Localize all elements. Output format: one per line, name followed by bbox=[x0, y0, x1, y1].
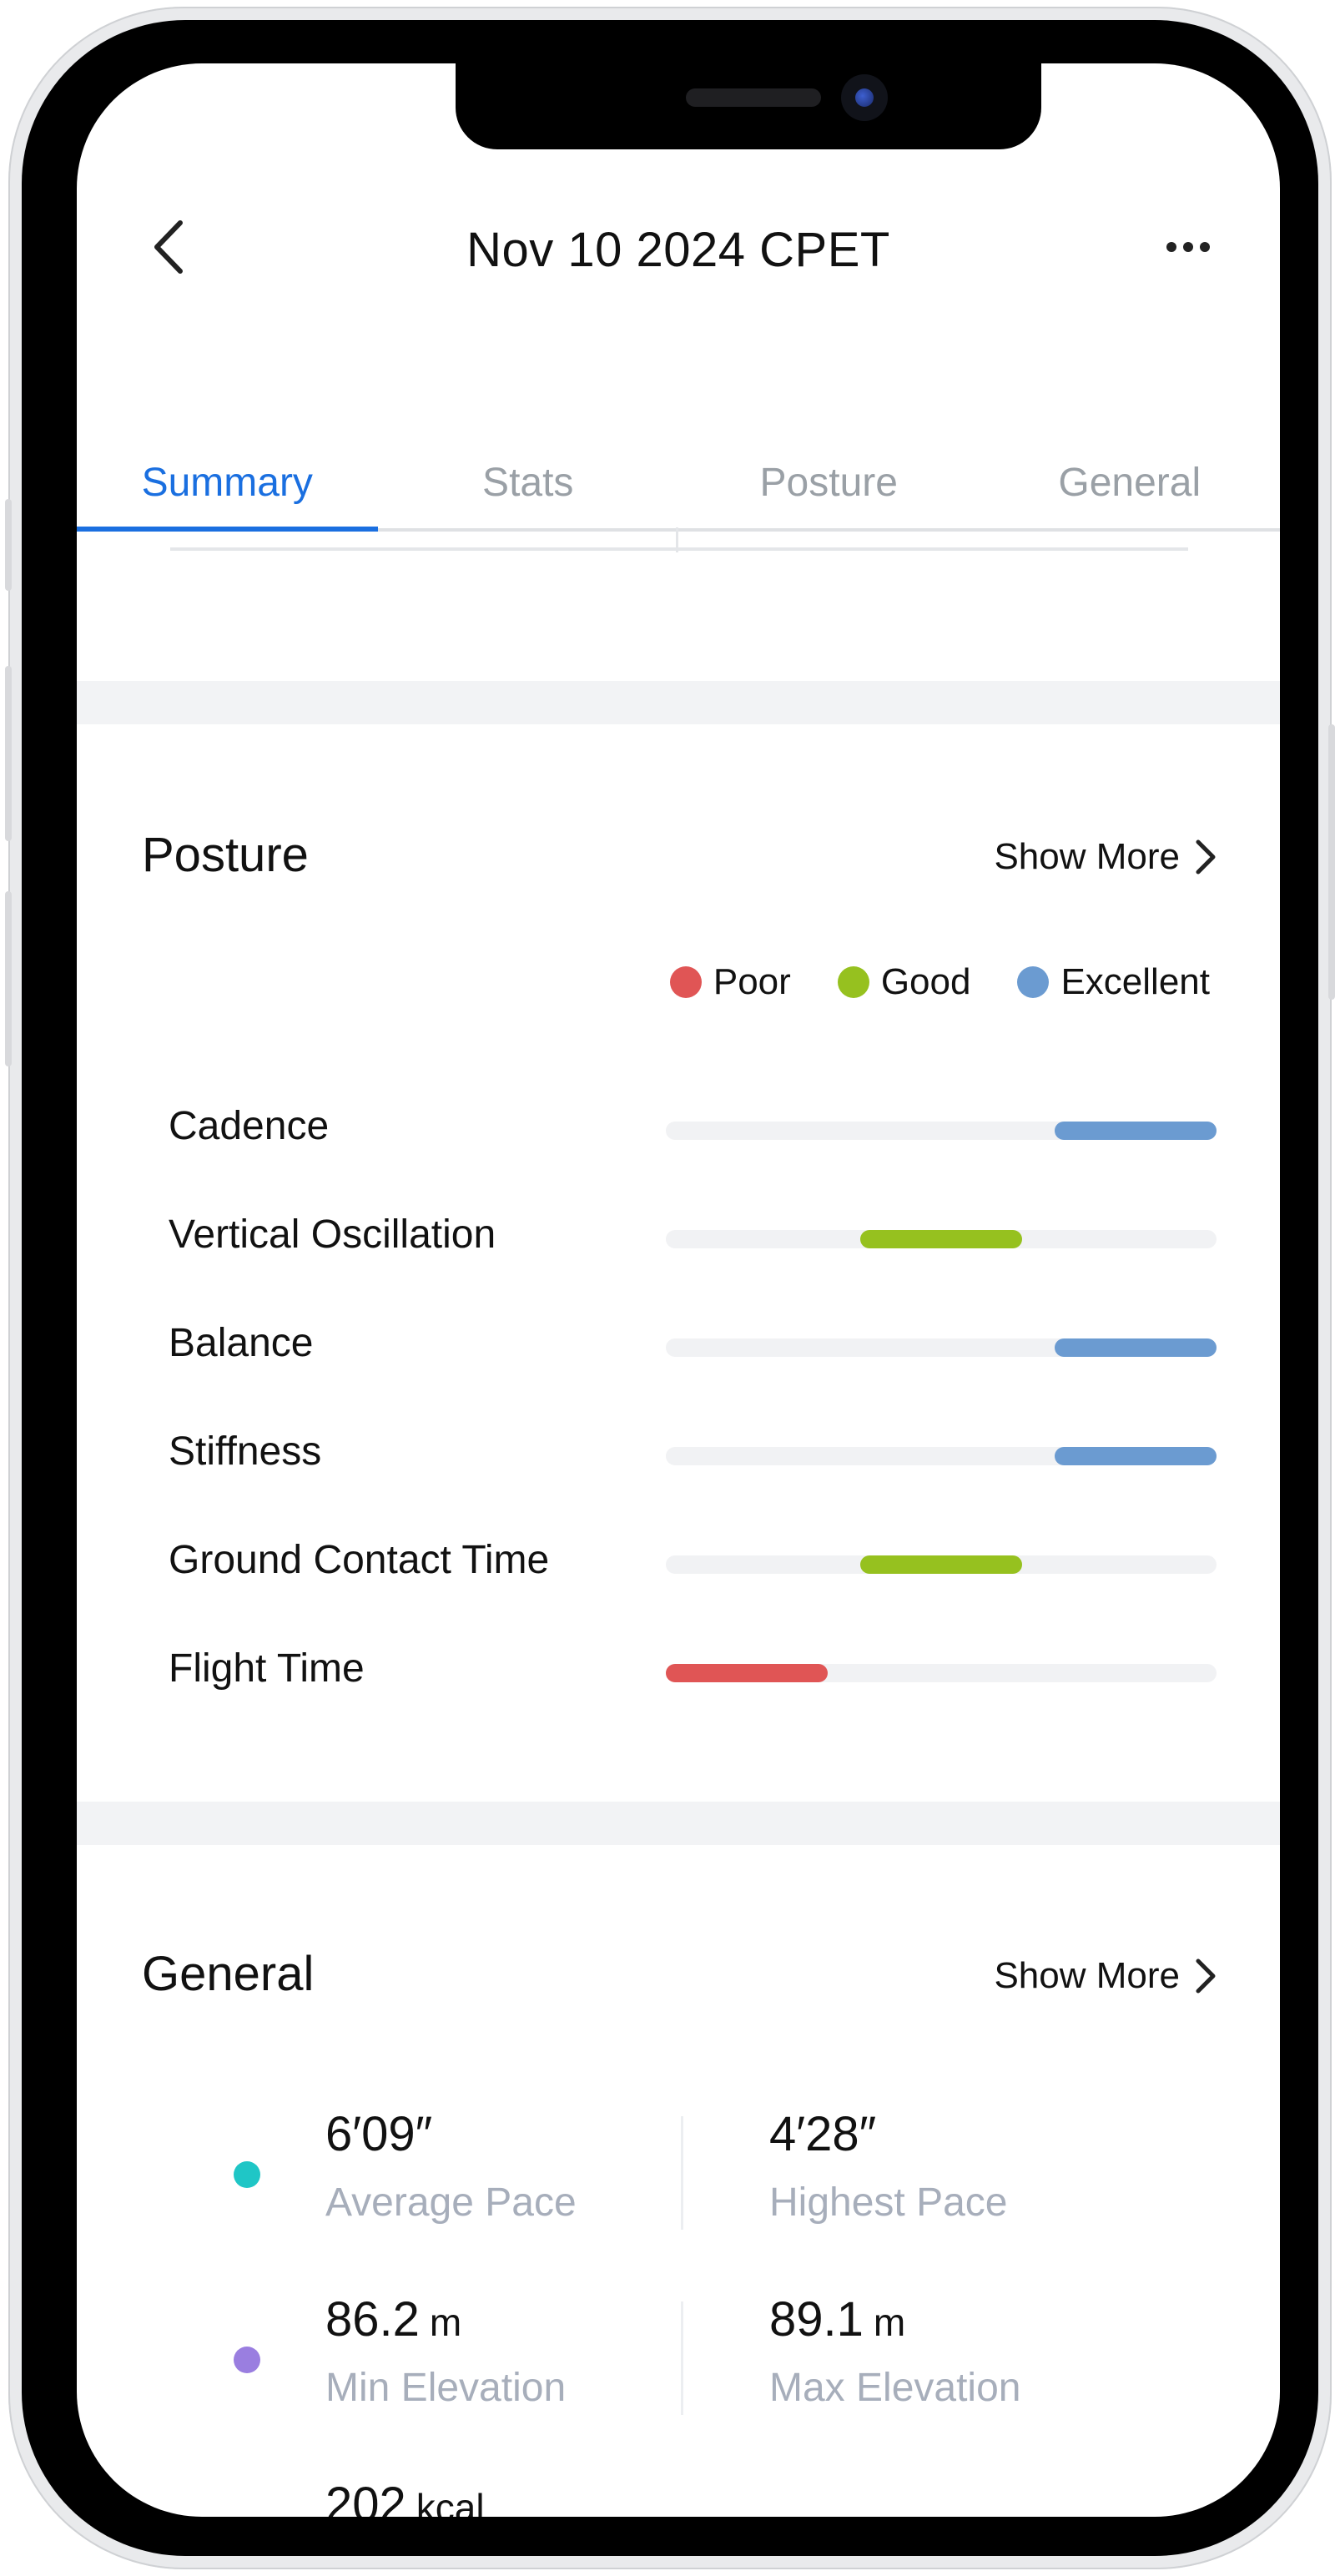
poor-dot-icon bbox=[669, 966, 702, 998]
screen: Nov 10 2024 CPET Summary Stats Posture G… bbox=[77, 63, 1280, 2517]
legend-item-excellent: Excellent bbox=[1017, 961, 1210, 1003]
stat-unit: kcal bbox=[416, 2486, 485, 2517]
metric-row-vertical-oscillation: Vertical Oscillation bbox=[77, 1203, 1280, 1270]
metric-row-ground-contact-time: Ground Contact Time bbox=[77, 1529, 1280, 1596]
tab-bar: Summary Stats Posture General bbox=[77, 426, 1280, 532]
metric-label: Vertical Oscillation bbox=[169, 1212, 496, 1257]
stat-divider bbox=[681, 2116, 683, 2230]
rating-track bbox=[666, 1664, 1217, 1682]
excellent-dot-icon bbox=[1017, 966, 1050, 998]
tab-summary[interactable]: Summary bbox=[77, 426, 378, 532]
posture-section-title: Posture bbox=[142, 828, 309, 882]
stat-unit: m bbox=[873, 2301, 906, 2344]
stat-number: 202 bbox=[325, 2478, 406, 2517]
metric-label: Ground Contact Time bbox=[169, 1538, 550, 1582]
more-horizontal-icon bbox=[1166, 242, 1210, 252]
tab-posture[interactable]: Posture bbox=[678, 426, 980, 532]
pace-dot-icon bbox=[234, 2161, 260, 2188]
elevation-dot-icon bbox=[234, 2347, 260, 2373]
chevron-right-icon bbox=[1196, 1958, 1216, 1994]
general-section-title: General bbox=[142, 1947, 315, 2001]
max-elevation-value: 89.1 m bbox=[769, 2291, 905, 2347]
legend-label: Good bbox=[880, 961, 971, 1002]
metric-row-balance: Balance bbox=[77, 1312, 1280, 1379]
min-elevation-label: Min Elevation bbox=[325, 2366, 567, 2410]
metric-label: Cadence bbox=[169, 1104, 330, 1148]
posture-show-more-button[interactable]: Show More bbox=[994, 836, 1217, 878]
divider bbox=[170, 547, 1188, 551]
volume-down-button bbox=[5, 891, 12, 1066]
average-pace-value: 6′09″ bbox=[325, 2106, 432, 2162]
stat-number: 6′09″ bbox=[325, 2107, 433, 2161]
good-dot-icon bbox=[837, 966, 869, 998]
metric-row-stiffness: Stiffness bbox=[77, 1420, 1280, 1487]
legend-label: Excellent bbox=[1060, 961, 1210, 1002]
tab-general[interactable]: General bbox=[979, 426, 1280, 532]
rating-bar-excellent bbox=[1055, 1338, 1217, 1357]
rating-bar-excellent bbox=[1055, 1122, 1217, 1140]
rating-track bbox=[666, 1122, 1217, 1140]
metric-label: Balance bbox=[169, 1321, 314, 1365]
legend-item-poor: Poor bbox=[669, 961, 791, 1003]
metric-row-cadence: Cadence bbox=[77, 1095, 1280, 1162]
page-title: Nov 10 2024 CPET bbox=[466, 223, 890, 277]
legend-label: Poor bbox=[713, 961, 791, 1002]
rating-bar-excellent bbox=[1055, 1447, 1217, 1465]
posture-legend: Poor Good Excellent bbox=[669, 961, 1210, 1003]
top-bar: Nov 10 2024 CPET bbox=[77, 197, 1280, 297]
metric-row-flight-time: Flight Time bbox=[77, 1637, 1280, 1704]
notch bbox=[456, 63, 1041, 149]
stat-number: 4′28″ bbox=[769, 2107, 877, 2161]
max-elevation-label: Max Elevation bbox=[769, 2366, 1021, 2410]
min-elevation-value: 86.2 m bbox=[325, 2291, 461, 2347]
rating-track bbox=[666, 1230, 1217, 1248]
tab-stats[interactable]: Stats bbox=[377, 426, 678, 532]
rating-track bbox=[666, 1338, 1217, 1357]
power-button bbox=[1328, 724, 1335, 1000]
divider-tick bbox=[676, 527, 678, 552]
stat-number: 89.1 bbox=[769, 2292, 864, 2347]
section-separator bbox=[77, 1802, 1280, 1845]
average-pace-label: Average Pace bbox=[325, 2180, 577, 2225]
legend-item-good: Good bbox=[837, 961, 971, 1003]
section-separator bbox=[77, 681, 1280, 724]
mute-switch bbox=[5, 499, 12, 591]
volume-up-button bbox=[5, 666, 12, 841]
general-show-more-button[interactable]: Show More bbox=[994, 1955, 1217, 1997]
metric-label: Stiffness bbox=[169, 1429, 322, 1474]
stat-unit: m bbox=[429, 2301, 462, 2344]
phone-frame: Nov 10 2024 CPET Summary Stats Posture G… bbox=[5, 7, 1335, 2569]
show-more-label: Show More bbox=[994, 1955, 1180, 1996]
stat-number: 86.2 bbox=[325, 2292, 420, 2347]
rating-track bbox=[666, 1447, 1217, 1465]
rating-bar-good bbox=[860, 1230, 1022, 1248]
highest-pace-value: 4′28″ bbox=[769, 2106, 876, 2162]
speaker-grille bbox=[686, 88, 821, 107]
metric-label: Flight Time bbox=[169, 1646, 365, 1691]
more-options-button[interactable] bbox=[1163, 230, 1213, 264]
stat-divider bbox=[681, 2301, 683, 2415]
calories-value: 202 kcal bbox=[325, 2477, 485, 2517]
chevron-right-icon bbox=[1196, 839, 1216, 875]
rating-bar-poor bbox=[666, 1664, 828, 1682]
highest-pace-label: Highest Pace bbox=[769, 2180, 1008, 2225]
front-camera-icon bbox=[841, 74, 888, 121]
rating-track bbox=[666, 1555, 1217, 1574]
show-more-label: Show More bbox=[994, 836, 1180, 877]
rating-bar-good bbox=[860, 1555, 1022, 1574]
